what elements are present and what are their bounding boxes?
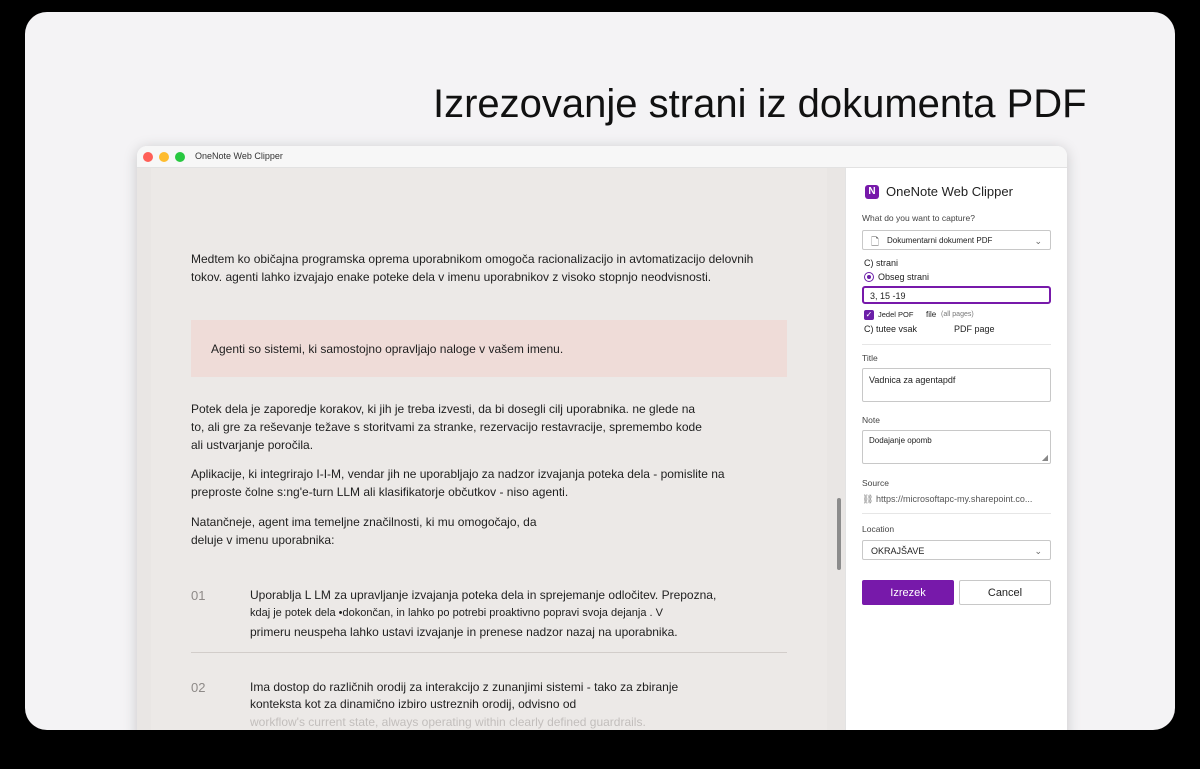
panel-separator — [862, 513, 1051, 514]
cancel-button[interactable]: Cancel — [959, 580, 1051, 605]
list-item-line: primeru neuspeha lahko ustavi izvajanje … — [250, 625, 678, 639]
list-item-line: Ima dostop do različnih orodij za intera… — [250, 680, 679, 694]
document-page: Medtem ko običajna programska oprema upo… — [151, 168, 827, 730]
location-value: OKRAJŠAVE — [871, 546, 925, 556]
onenote-icon: N — [865, 185, 879, 199]
window-title: OneNote Web Clipper — [195, 151, 283, 161]
slide-card: Izrezovanje strani iz dokumenta PDF OneN… — [25, 12, 1175, 730]
source-value: https://microsoftapc-my.sharepoint.co... — [876, 494, 1033, 504]
checkbox-label: Jedel POF — [878, 310, 914, 319]
list-item-line: konteksta kot za dinamično izbiro ustrez… — [250, 697, 577, 711]
note-label: Note — [862, 415, 880, 425]
range-radio[interactable] — [864, 272, 874, 282]
list-item-line: kdaj je potek dela •dokončan, in lahko p… — [250, 607, 663, 619]
clipper-panel: N OneNote Web Clipper What do you want t… — [845, 168, 1067, 730]
document-view[interactable]: Medtem ko običajna programska oprema upo… — [137, 168, 845, 730]
source-label: Source — [862, 478, 889, 488]
resize-handle-icon[interactable]: ◢ — [1042, 453, 1048, 462]
panel-title: OneNote Web Clipper — [886, 184, 1013, 199]
doc-paragraph-line: Potek dela je zaporedje korakov, ki jih … — [191, 402, 696, 416]
list-divider — [191, 652, 787, 653]
option-range-label: Obseg strani — [878, 272, 930, 282]
doc-paragraph-line: to, ali gre za reševanje težave s storit… — [191, 420, 702, 434]
title-input[interactable]: Vadnica za agentapdf — [862, 368, 1051, 402]
doc-paragraph-line: deluje v imenu uporabnika: — [191, 533, 335, 547]
doc-paragraph-line: ali ustvarjanje poročila. — [191, 438, 314, 452]
maximize-window-button[interactable] — [175, 152, 185, 162]
location-label: Location — [862, 524, 895, 534]
slide-headline: Izrezovanje strani iz dokumenta PDF — [433, 82, 1087, 126]
location-select[interactable]: OKRAJŠAVE ⌄ — [862, 540, 1051, 560]
list-item-line: Uporablja L LM za upravljanje izvajanja … — [250, 588, 717, 602]
doc-paragraph-line: Medtem ko običajna programska oprema upo… — [191, 252, 754, 266]
clip-button[interactable]: Izrezek — [862, 580, 954, 605]
chevron-down-icon: ⌄ — [1034, 236, 1042, 246]
doc-paragraph-line: tokov. agenti lahko izvajajo enake potek… — [191, 270, 712, 284]
app-window: OneNote Web Clipper Medtem ko običajna p… — [137, 146, 1067, 730]
title-value: Vadnica za agentapdf — [869, 375, 956, 385]
list-item-line: workflow's current state, always operati… — [250, 715, 646, 729]
callout-box: Agenti so sistemi, ki samostojno opravlj… — [191, 320, 787, 377]
checkbox-file-label: file — [926, 310, 937, 319]
single-note-checkbox[interactable]: ✓ — [864, 310, 874, 320]
doc-paragraph-line: Natančneje, agent ima temeljne značilnos… — [191, 515, 537, 529]
capture-select[interactable]: 🗋 Dokumentarni dokument PDF ⌄ — [862, 230, 1051, 250]
option-each-page[interactable]: C) tutee vsak — [864, 324, 917, 334]
chevron-down-icon: ⌄ — [1034, 546, 1042, 556]
capture-select-value: Dokumentarni dokument PDF — [887, 236, 993, 245]
capture-label: What do you want to capture? — [862, 213, 975, 223]
checkbox-hint: (all pages) — [941, 311, 974, 318]
option-pages[interactable]: C) strani — [864, 258, 898, 268]
list-item-number: 02 — [191, 680, 206, 695]
note-textarea[interactable]: Dodajanje opomb ◢ — [862, 430, 1051, 464]
document-scrollbar[interactable] — [837, 498, 841, 570]
note-value: Dodajanje opomb — [869, 436, 932, 445]
doc-paragraph-line: Aplikacije, ki integrirajo I-I-M, vendar… — [191, 467, 725, 481]
page-range-input[interactable]: 3, 15 -19 — [862, 286, 1051, 304]
list-item-number: 01 — [191, 588, 206, 603]
page-range-value: 3, 15 -19 — [870, 291, 906, 301]
option-each-suffix: PDF page — [954, 324, 995, 334]
close-window-button[interactable] — [143, 152, 153, 162]
callout-text: Agenti so sistemi, ki samostojno opravlj… — [211, 342, 564, 356]
link-icon: ⛓ — [862, 494, 874, 504]
document-icon: 🗋 — [871, 237, 880, 248]
title-label: Title — [862, 353, 878, 363]
minimize-window-button[interactable] — [159, 152, 169, 162]
doc-paragraph-line: preproste čolne s:ng'e-turn LLM ali klas… — [191, 485, 569, 499]
panel-separator — [862, 344, 1051, 345]
window-titlebar: OneNote Web Clipper — [137, 146, 1067, 168]
